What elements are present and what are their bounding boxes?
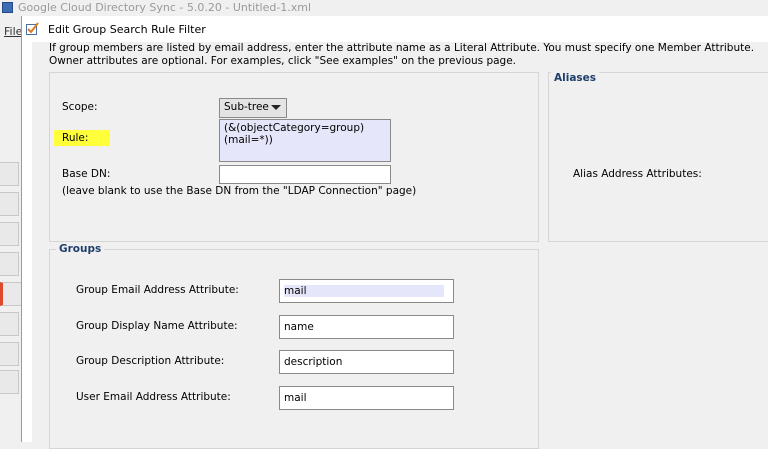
app-title: Google Cloud Directory Sync - 5.0.20 - U… xyxy=(18,1,312,14)
scope-label: Scope: xyxy=(62,101,98,113)
sidebar-tab[interactable] xyxy=(0,370,19,394)
scope-dropdown[interactable]: Sub-tree xyxy=(219,98,287,118)
sidebar-tab[interactable] xyxy=(0,162,19,186)
groups-panel: Groups Group Email Address Attribute: ma… xyxy=(49,243,539,449)
rule-label: Rule: xyxy=(54,130,111,146)
alias-address-attributes-label: Alias Address Attributes: xyxy=(573,168,702,180)
sidebar-tab[interactable] xyxy=(0,342,19,366)
edit-group-search-rule-dialog: Edit Group Search Rule Filter If group m… xyxy=(21,16,768,449)
group-email-attribute-value: mail xyxy=(284,285,444,297)
group-email-attribute-label: Group Email Address Attribute: xyxy=(76,284,239,296)
dialog-body: If group members are listed by email add… xyxy=(32,42,768,449)
user-email-attribute-input[interactable]: mail xyxy=(279,386,454,410)
dialog-title: Edit Group Search Rule Filter xyxy=(48,23,206,36)
dialog-titlebar: Edit Group Search Rule Filter xyxy=(22,16,768,42)
groups-title: Groups xyxy=(56,243,105,255)
instructions-line-2: Owner attributes are optional. For examp… xyxy=(49,55,517,67)
menu-file[interactable]: File xyxy=(4,25,22,38)
base-dn-input[interactable] xyxy=(219,165,391,184)
sidebar-tab[interactable] xyxy=(0,252,19,276)
rule-input[interactable]: (&(objectCategory=group)(mail=*)) xyxy=(219,119,391,162)
chevron-down-icon xyxy=(271,105,281,110)
aliases-title: Aliases xyxy=(551,72,600,84)
search-settings-panel: Scope: Sub-tree Rule: (&(objectCategory=… xyxy=(49,72,539,242)
group-display-name-attribute-label: Group Display Name Attribute: xyxy=(76,320,238,332)
group-email-attribute-input[interactable]: mail xyxy=(279,279,454,303)
dialog-instructions: If group members are listed by email add… xyxy=(49,42,759,68)
base-dn-label: Base DN: xyxy=(62,168,111,180)
scope-value: Sub-tree xyxy=(224,101,269,113)
base-dn-hint: (leave blank to use the Base DN from the… xyxy=(62,185,417,197)
sidebar-tab[interactable] xyxy=(0,192,19,216)
app-sidebar xyxy=(0,144,22,394)
app-titlebar: Google Cloud Directory Sync - 5.0.20 - U… xyxy=(0,0,768,16)
edit-checkbox-icon xyxy=(26,22,39,35)
user-email-attribute-label: User Email Address Attribute: xyxy=(76,391,231,403)
instructions-line-1: If group members are listed by email add… xyxy=(49,42,755,54)
aliases-panel: Aliases Alias Address Attributes: xyxy=(548,72,768,242)
sidebar-tab[interactable] xyxy=(0,312,19,336)
app-icon xyxy=(2,2,13,13)
group-display-name-attribute-input[interactable]: name xyxy=(279,315,454,339)
group-description-attribute-label: Group Description Attribute: xyxy=(76,355,225,367)
sidebar-tab-active[interactable] xyxy=(0,282,22,306)
group-description-attribute-input[interactable]: description xyxy=(279,350,454,374)
sidebar-tab[interactable] xyxy=(0,222,19,246)
